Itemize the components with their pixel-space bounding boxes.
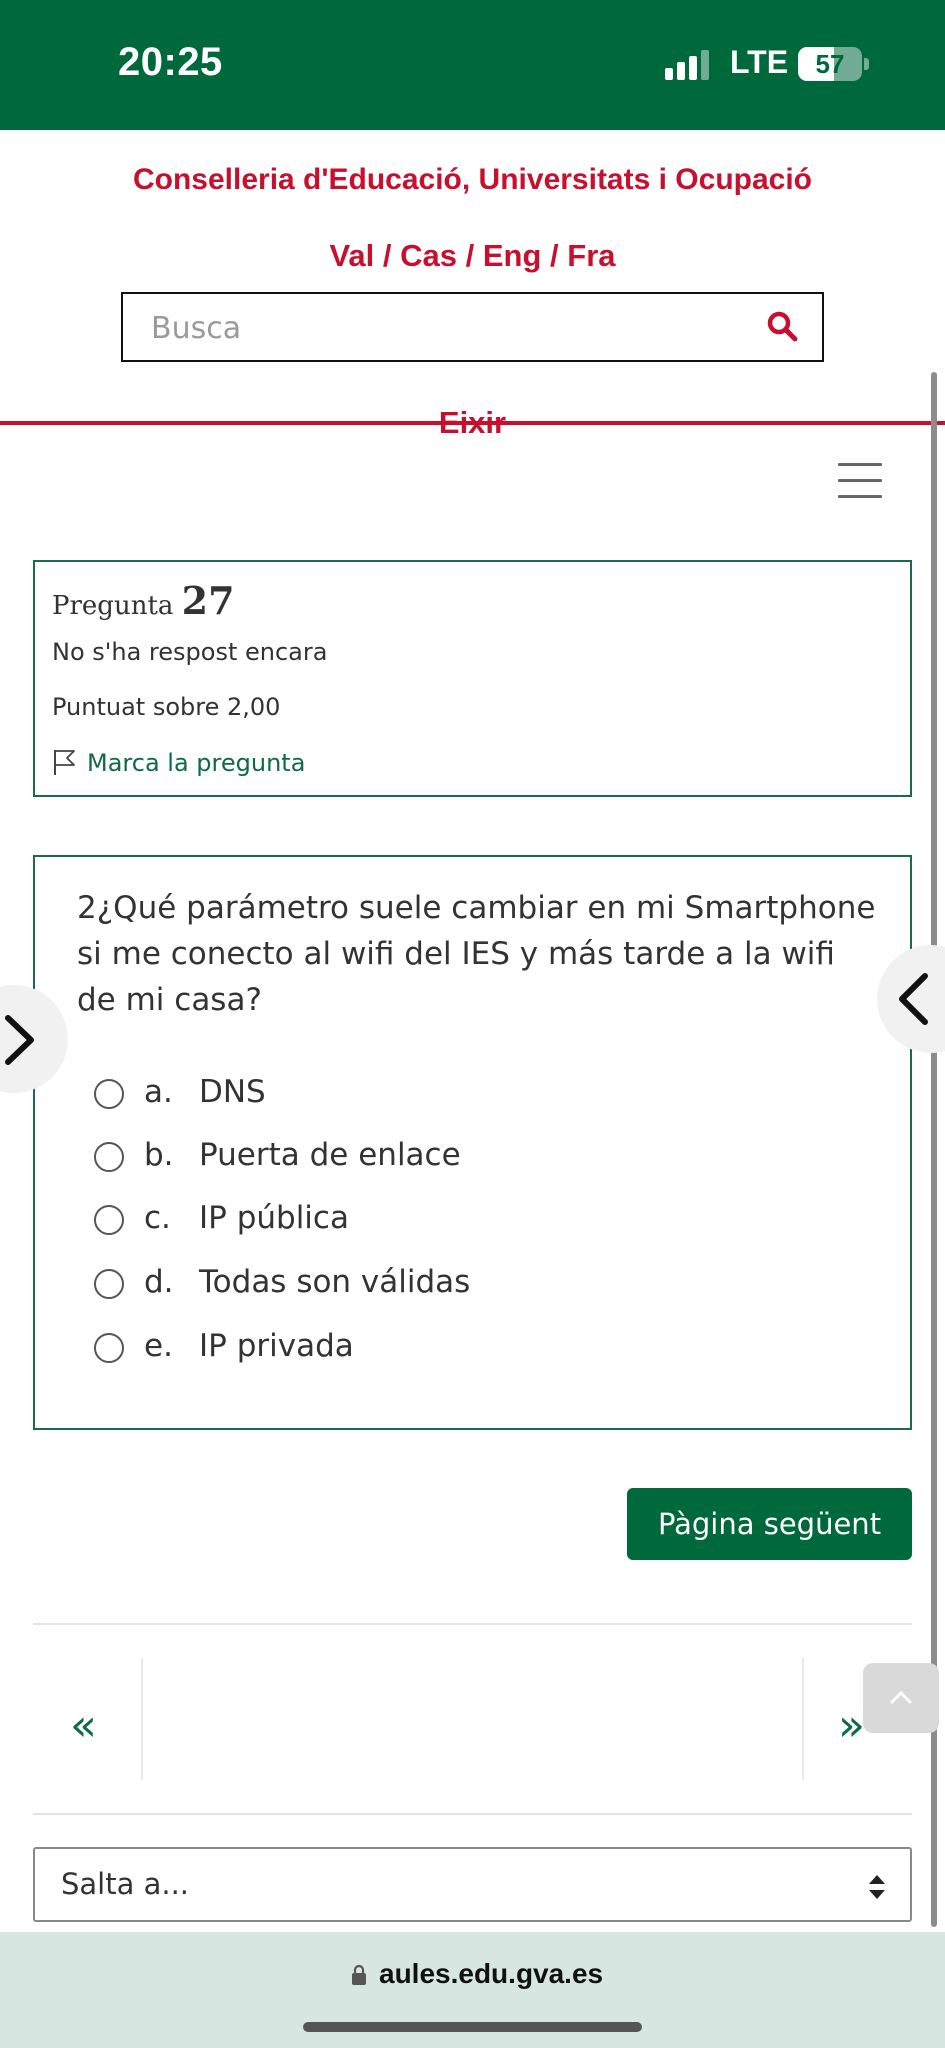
- jump-to-select[interactable]: Salta a...: [33, 1847, 912, 1922]
- battery-level: 57: [815, 49, 845, 79]
- question-text: 2¿Qué parámetro suele cambiar en mi Smar…: [77, 890, 876, 1018]
- option-text: Puerta de enlace: [199, 1137, 461, 1173]
- battery-tip: [864, 58, 869, 70]
- answer-option-c[interactable]: c. IP pública: [94, 1198, 349, 1242]
- cellular-signal-icon: [665, 50, 715, 80]
- radio-button[interactable]: [94, 1269, 124, 1299]
- lang-fra-link[interactable]: Fra: [567, 238, 615, 273]
- lang-cas-link[interactable]: Cas: [400, 238, 457, 273]
- option-text: IP pública: [199, 1200, 349, 1236]
- answer-option-b[interactable]: b. Puerta de enlace: [94, 1135, 461, 1179]
- pager-divider: [802, 1658, 804, 1780]
- previous-activity-link[interactable]: «: [70, 1700, 97, 1751]
- lang-separator: /: [541, 238, 568, 273]
- battery-icon: 57: [798, 47, 862, 81]
- question-label: Pregunta: [52, 591, 174, 621]
- option-letter: a.: [144, 1074, 173, 1110]
- option-letter: c.: [144, 1200, 171, 1236]
- answer-option-d[interactable]: d. Todas son válidas: [94, 1262, 470, 1306]
- network-type: LTE: [730, 44, 789, 80]
- chevron-right-icon: [5, 1015, 34, 1065]
- logout-link[interactable]: Eixir: [0, 405, 945, 441]
- url-text: aules.edu.gva.es: [379, 1958, 604, 1989]
- option-text: DNS: [199, 1074, 266, 1110]
- question-number: 27: [181, 578, 235, 623]
- radio-button[interactable]: [94, 1079, 124, 1109]
- answer-option-e[interactable]: e. IP privada: [94, 1326, 354, 1370]
- radio-button[interactable]: [94, 1205, 124, 1235]
- select-arrows-icon: [869, 1875, 885, 1899]
- question-score: Puntuat sobre 2,00: [52, 693, 281, 721]
- next-activity-link[interactable]: »: [838, 1700, 865, 1751]
- back-to-top-button[interactable]: [863, 1663, 939, 1733]
- radio-button[interactable]: [94, 1142, 124, 1172]
- status-bar: 20:25 LTE 57: [0, 0, 945, 130]
- search-input[interactable]: [151, 306, 731, 350]
- option-text: Todas son válidas: [199, 1264, 471, 1300]
- lang-val-link[interactable]: Val: [329, 238, 374, 273]
- flag-question-link[interactable]: Marca la pregunta: [87, 749, 305, 777]
- question-info-panel: Pregunta 27 No s'ha respost encara Puntu…: [33, 560, 912, 797]
- status-time: 20:25: [118, 40, 223, 84]
- jump-to-value: Salta a...: [61, 1867, 190, 1901]
- option-text: IP privada: [199, 1328, 354, 1364]
- flag-icon[interactable]: [52, 748, 78, 776]
- pager-bottom-divider: [33, 1813, 912, 1815]
- home-indicator[interactable]: [303, 2022, 642, 2032]
- pager-divider: [141, 1658, 143, 1780]
- answer-option-a[interactable]: a. DNS: [94, 1072, 266, 1116]
- option-letter: b.: [144, 1137, 174, 1173]
- search-box: [121, 292, 824, 362]
- chevron-left-icon: [899, 973, 928, 1025]
- radio-button[interactable]: [94, 1333, 124, 1363]
- chevron-up-icon: [890, 1691, 912, 1704]
- language-switcher: Val / Cas / Eng / Fra: [0, 238, 945, 274]
- question-box: 2¿Qué parámetro suele cambiar en mi Smar…: [33, 855, 912, 1430]
- option-letter: d.: [144, 1264, 174, 1300]
- lang-eng-link[interactable]: Eng: [483, 238, 542, 273]
- organization-name: Conselleria d'Educació, Universitats i O…: [132, 163, 812, 196]
- question-status: No s'ha respost encara: [52, 638, 328, 666]
- search-icon[interactable]: [766, 310, 800, 344]
- browser-url-bar[interactable]: aules.edu.gva.es: [0, 1932, 945, 2048]
- next-page-button[interactable]: Pàgina següent: [627, 1488, 912, 1560]
- pager-top-divider: [33, 1623, 912, 1625]
- question-title: Pregunta 27: [52, 578, 235, 623]
- lock-icon: [352, 1964, 366, 1985]
- option-letter: e.: [144, 1328, 173, 1364]
- lang-separator: /: [457, 238, 483, 273]
- lang-separator: /: [374, 238, 401, 273]
- menu-icon[interactable]: [838, 463, 882, 499]
